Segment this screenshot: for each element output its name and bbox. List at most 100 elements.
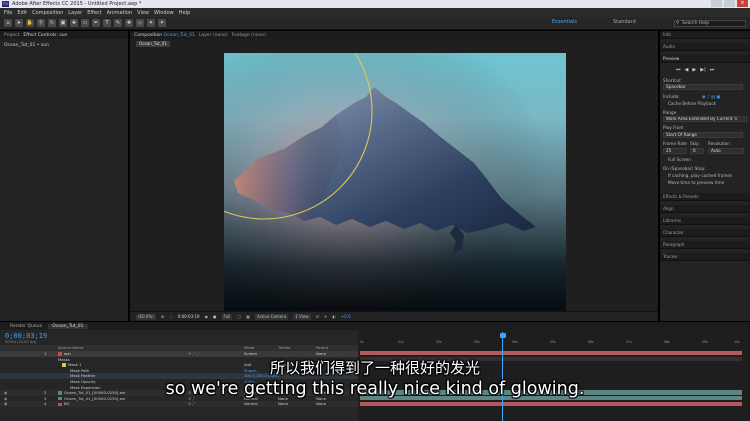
layer-duration-bar[interactable] <box>360 396 742 401</box>
visibility-eye-icon[interactable]: ◉ <box>4 401 7 407</box>
layer-duration-bar[interactable] <box>360 390 742 395</box>
fast-preview-icon[interactable]: ✳ <box>324 314 327 319</box>
tab-composition-label: Composition <box>134 32 163 38</box>
time-ruler[interactable]: 0s 01s 02s 03s 04s 05s 06s 07s 08s 09s 1… <box>358 332 750 344</box>
menu-composition[interactable]: Composition <box>32 10 63 16</box>
timeline-track-area[interactable]: 0s 01s 02s 03s 04s 05s 06s 07s 08s 09s 1… <box>358 330 750 421</box>
include-toggle-icons[interactable]: ◉ ♪ ▤ ▣ <box>702 94 720 99</box>
search-help-input[interactable]: ⚲ Search Help <box>674 20 746 27</box>
pen-tool-icon[interactable]: ✒ <box>92 19 100 27</box>
home-icon[interactable]: ⌂ <box>4 19 12 27</box>
menu-edit[interactable]: Edit <box>17 10 27 16</box>
if-caching-checkbox[interactable]: If caching, play cached frames <box>668 173 732 178</box>
minimize-button[interactable] <box>711 0 722 7</box>
menu-layer[interactable]: Layer <box>68 10 82 16</box>
tab-composition[interactable]: Composition Ocean_Tut_01 <box>134 33 195 38</box>
info-section[interactable]: Info <box>660 31 750 39</box>
eraser-tool-icon[interactable]: ◇ <box>136 19 144 27</box>
close-button[interactable]: × <box>737 0 748 7</box>
mask-color-swatch <box>62 363 66 367</box>
region-of-interest-icon[interactable]: ▢ <box>237 314 241 319</box>
menu-window[interactable]: Window <box>154 10 174 16</box>
move-time-checkbox[interactable]: Move time to preview time <box>668 180 724 185</box>
cache-before-playback-checkbox[interactable]: Cache Before Playback <box>668 101 716 106</box>
camera-dropdown[interactable]: Active Camera <box>254 313 289 320</box>
paragraph-section[interactable]: Paragraph <box>660 241 750 249</box>
tab-project[interactable]: Project <box>4 33 19 38</box>
play-from-dropdown[interactable]: Start Of Range <box>663 132 743 138</box>
zoom-tool-icon[interactable]: ⚲ <box>37 19 45 27</box>
selection-tool-icon[interactable]: ➤ <box>15 19 23 27</box>
track-matte-dropdown[interactable]: None <box>278 401 288 407</box>
layer-duration-bar[interactable] <box>360 351 742 356</box>
composition-viewer[interactable] <box>224 53 566 311</box>
current-time-display[interactable]: 0:00:03:19 <box>178 314 200 319</box>
tab-effect-controls[interactable]: Effect Controls: sun <box>23 33 67 38</box>
tab-footage[interactable]: Footage (none) <box>232 33 266 38</box>
preview-section[interactable]: Preview <box>660 55 750 63</box>
parent-dropdown[interactable]: None <box>316 401 326 407</box>
audio-section[interactable]: Audio <box>660 43 750 51</box>
rotate-tool-icon[interactable]: ↻ <box>48 19 56 27</box>
exposure-icon[interactable]: ◐ <box>332 314 336 319</box>
mask-visibility-icon[interactable]: ◌ <box>169 314 173 319</box>
toggle-pixel-icon[interactable]: ⊡ <box>316 314 319 319</box>
character-section[interactable]: Character <box>660 229 750 237</box>
channel-icon[interactable]: ● <box>213 314 217 319</box>
puppet-tool-icon[interactable]: ✶ <box>158 19 166 27</box>
brush-tool-icon[interactable]: ✎ <box>114 19 122 27</box>
previous-frame-icon[interactable]: ◀ <box>685 67 689 73</box>
resolution-dropdown[interactable]: Full <box>221 313 233 320</box>
menu-view[interactable]: View <box>137 10 149 16</box>
roto-tool-icon[interactable]: ✦ <box>147 19 155 27</box>
full-screen-checkbox[interactable]: Full Screen <box>668 157 691 162</box>
layer-name: BG <box>64 401 70 407</box>
view-layout-dropdown[interactable]: 1 View <box>293 313 311 320</box>
first-frame-icon[interactable]: ⏮ <box>676 67 681 73</box>
skip-dropdown[interactable]: 0 <box>690 148 704 154</box>
last-frame-icon[interactable]: ⏭ <box>710 67 715 73</box>
blend-mode-dropdown[interactable]: Normal <box>244 401 258 407</box>
align-section[interactable]: Align <box>660 205 750 213</box>
layer-row[interactable]: ◉ 4 BG ⚙ ╱ Normal None None <box>0 401 358 407</box>
clone-tool-icon[interactable]: ✚ <box>125 19 133 27</box>
snapshot-icon[interactable]: ◉ <box>205 314 209 319</box>
maximize-button[interactable] <box>724 0 735 7</box>
resolution-dropdown-preview[interactable]: Auto <box>708 148 744 154</box>
shortcut-dropdown[interactable]: Spacebar <box>663 84 743 90</box>
range-dropdown[interactable]: Work Area Extended By Current Ti <box>663 116 747 122</box>
hand-tool-icon[interactable]: ✋ <box>26 19 34 27</box>
play-icon[interactable]: ▶ <box>692 67 696 73</box>
transparency-grid-icon[interactable]: ▦ <box>246 314 250 319</box>
exposure-value[interactable]: +0.0 <box>341 314 351 319</box>
next-frame-icon[interactable]: ▶| <box>700 67 706 73</box>
skip-label: Skip <box>690 141 699 146</box>
libraries-section[interactable]: Libraries <box>660 217 750 225</box>
magnification-dropdown[interactable]: (60.0%) <box>136 313 156 320</box>
layer-duration-bar[interactable] <box>360 401 742 406</box>
label-color-swatch <box>58 396 62 401</box>
layer-switches[interactable]: ⚙ ╱ <box>188 401 195 407</box>
effects-presets-section[interactable]: Effects & Presets <box>660 193 750 201</box>
tab-layer[interactable]: Layer (none) <box>199 33 228 38</box>
workspace-essentials[interactable]: Essentials <box>552 19 577 25</box>
composition-breadcrumb[interactable]: Ocean_Tut_01 <box>136 41 170 47</box>
type-tool-icon[interactable]: T <box>103 19 111 27</box>
workspace-standard[interactable]: Standard <box>613 19 636 25</box>
menu-file[interactable]: File <box>4 10 12 16</box>
camera-tool-icon[interactable]: ▣ <box>59 19 67 27</box>
menu-animation[interactable]: Animation <box>107 10 133 16</box>
composition-footer: (60.0%) ⊞ ◌ 0:00:03:19 ◉ ● Full ▢ ▦ Acti… <box>130 311 658 321</box>
frame-rate-dropdown[interactable]: 25 <box>663 148 687 154</box>
menu-help[interactable]: Help <box>179 10 190 16</box>
timeline-current-time[interactable]: 0;00;03;19 <box>5 332 47 340</box>
menu-effect[interactable]: Effect <box>87 10 101 16</box>
playhead-line[interactable] <box>502 332 503 421</box>
tracker-section[interactable]: Tracker <box>660 253 750 261</box>
tab-timeline-comp[interactable]: Ocean_Tut_01 <box>48 323 88 329</box>
pan-behind-tool-icon[interactable]: ✥ <box>70 19 78 27</box>
property-track <box>360 356 742 362</box>
grid-icon[interactable]: ⊞ <box>161 314 164 319</box>
tab-render-queue[interactable]: Render Queue <box>10 324 42 329</box>
rectangle-tool-icon[interactable]: ▭ <box>81 19 89 27</box>
